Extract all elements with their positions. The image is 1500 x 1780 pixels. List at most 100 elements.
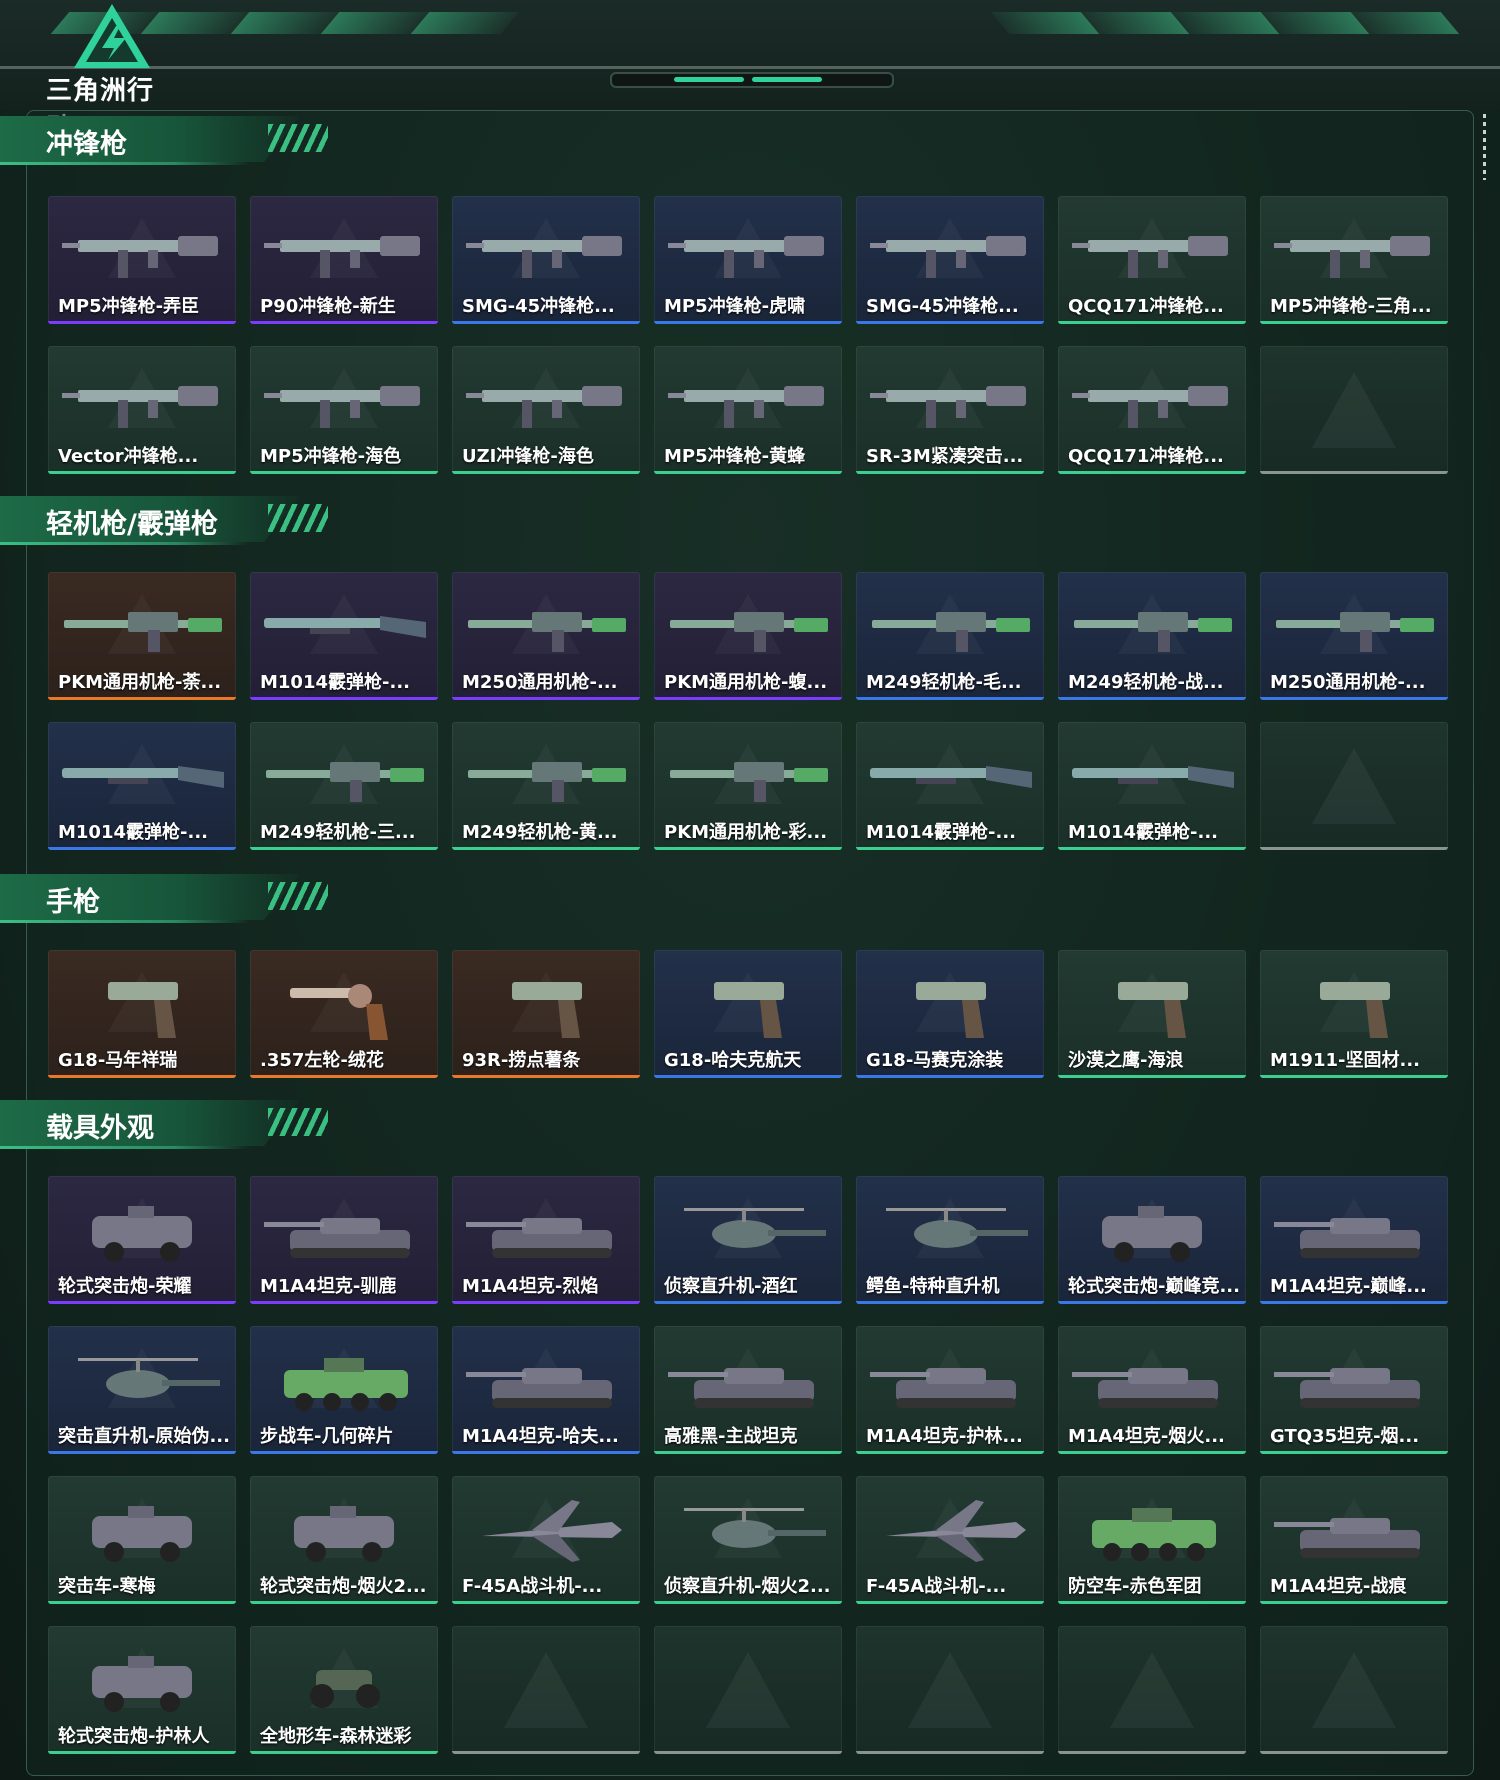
rarity-bar (654, 471, 842, 474)
item-card[interactable]: M1014霰弹枪-... (48, 722, 236, 850)
item-card[interactable]: 突击车-寒梅 (48, 1476, 236, 1604)
item-card[interactable]: GTQ35坦克-烟... (1260, 1326, 1448, 1454)
item-card[interactable]: 侦察直升机-烟火2... (654, 1476, 842, 1604)
item-name: M1A4坦克-哈夫... (462, 1426, 619, 1447)
rarity-bar (1260, 321, 1448, 324)
item-name: M250通用机枪-... (462, 672, 618, 693)
tank-icon (1274, 1368, 1420, 1408)
item-card[interactable]: 防空车-赤色军团 (1058, 1476, 1246, 1604)
item-card[interactable]: G18-哈夫克航天 (654, 950, 842, 1078)
item-card[interactable]: 全地形车-森林迷彩 (250, 1626, 438, 1754)
rarity-bar (654, 1451, 842, 1454)
item-card[interactable]: 93R-捞点薯条 (452, 950, 640, 1078)
pistol-icon (916, 982, 986, 1038)
empty-item-slot (1260, 722, 1448, 850)
item-card[interactable]: M1014霰弹枪-... (856, 722, 1044, 850)
rarity-bar (452, 1451, 640, 1454)
item-card[interactable]: G18-马年祥瑞 (48, 950, 236, 1078)
item-card[interactable]: F-45A战斗机-... (452, 1476, 640, 1604)
item-card[interactable]: M1A4坦克-护林... (856, 1326, 1044, 1454)
item-card[interactable]: M250通用机枪-... (1260, 572, 1448, 700)
section-banner: 冲锋枪 (0, 116, 330, 165)
item-card[interactable]: M1A4坦克-驯鹿 (250, 1176, 438, 1304)
item-card[interactable]: M1A4坦克-战痕 (1260, 1476, 1448, 1604)
item-name: 防空车-赤色军团 (1068, 1576, 1202, 1597)
rarity-bar (48, 697, 236, 700)
rarity-bar (654, 697, 842, 700)
item-name: MP5冲锋枪-虎啸 (664, 296, 806, 317)
item-card[interactable]: M249轻机枪-三... (250, 722, 438, 850)
item-card[interactable]: M249轻机枪-毛... (856, 572, 1044, 700)
item-name: M1A4坦克-驯鹿 (260, 1276, 397, 1297)
rarity-bar (452, 471, 640, 474)
item-card[interactable]: 侦察直升机-酒红 (654, 1176, 842, 1304)
item-card[interactable]: P90冲锋枪-新生 (250, 196, 438, 324)
shotgun-icon (264, 616, 426, 638)
pistol-icon (714, 982, 784, 1038)
item-card[interactable]: QCQ171冲锋枪... (1058, 346, 1246, 474)
item-card[interactable]: 突击直升机-原始伪... (48, 1326, 236, 1454)
smg-icon (668, 236, 824, 278)
banner-background (0, 874, 300, 920)
scrollbar[interactable] (1483, 114, 1486, 180)
item-card[interactable]: G18-马赛克涂装 (856, 950, 1044, 1078)
rarity-bar (654, 1075, 842, 1078)
item-card[interactable]: PKM通用机枪-蝮... (654, 572, 842, 700)
item-card[interactable]: SMG-45冲锋枪... (856, 196, 1044, 324)
item-card[interactable]: MP5冲锋枪-三角... (1260, 196, 1448, 324)
item-name: G18-马赛克涂装 (866, 1050, 1004, 1071)
item-card[interactable]: MP5冲锋枪-海色 (250, 346, 438, 474)
item-card[interactable]: F-45A战斗机-... (856, 1476, 1044, 1604)
item-card[interactable]: SMG-45冲锋枪... (452, 196, 640, 324)
rarity-bar (48, 847, 236, 850)
lmg-icon (872, 612, 1030, 652)
item-card[interactable]: M1A4坦克-烟火... (1058, 1326, 1246, 1454)
banner-underline (0, 920, 250, 923)
item-card[interactable]: 轮式突击炮-护林人 (48, 1626, 236, 1754)
item-card[interactable]: M249轻机枪-战... (1058, 572, 1246, 700)
rarity-bar (1260, 1075, 1448, 1078)
item-card[interactable]: SR-3M紧凑突击... (856, 346, 1044, 474)
item-card[interactable]: PKM通用机枪-彩... (654, 722, 842, 850)
item-card[interactable]: 轮式突击炮-烟火2... (250, 1476, 438, 1604)
item-card[interactable]: MP5冲锋枪-黄蜂 (654, 346, 842, 474)
smg-icon (870, 236, 1026, 278)
empty-item-slot (1260, 1626, 1448, 1754)
delta-watermark-icon (908, 1652, 992, 1728)
item-card[interactable]: 沙漠之鹰-海浪 (1058, 950, 1246, 1078)
item-card[interactable]: UZI冲锋枪-海色 (452, 346, 640, 474)
item-card[interactable]: M1A4坦克-烈焰 (452, 1176, 640, 1304)
item-card[interactable]: Vector冲锋枪... (48, 346, 236, 474)
item-card[interactable]: 高雅黑-主战坦克 (654, 1326, 842, 1454)
rarity-bar (1260, 1751, 1448, 1754)
item-card[interactable]: M249轻机枪-黄... (452, 722, 640, 850)
rarity-bar (452, 1075, 640, 1078)
ifv-icon (1092, 1508, 1216, 1561)
item-name: M249轻机枪-三... (260, 822, 416, 843)
rarity-bar (856, 1075, 1044, 1078)
delta-watermark-icon (1312, 1652, 1396, 1728)
rarity-bar (250, 1451, 438, 1454)
item-name: 侦察直升机-酒红 (664, 1276, 798, 1297)
item-card[interactable]: 步战车-几何碎片 (250, 1326, 438, 1454)
item-card[interactable]: M1014霰弹枪-... (250, 572, 438, 700)
item-card[interactable]: .357左轮-绒花 (250, 950, 438, 1078)
item-card[interactable]: QCQ171冲锋枪... (1058, 196, 1246, 324)
item-card[interactable]: M1A4坦克-巅峰... (1260, 1176, 1448, 1304)
lmg-icon (1276, 612, 1434, 652)
item-card[interactable]: MP5冲锋枪-弄臣 (48, 196, 236, 324)
smg-icon (668, 386, 824, 428)
item-card[interactable]: MP5冲锋枪-虎啸 (654, 196, 842, 324)
revolver-icon (290, 984, 388, 1040)
item-card[interactable]: 轮式突击炮-巅峰竞... (1058, 1176, 1246, 1304)
item-card[interactable]: PKM通用机枪-荼... (48, 572, 236, 700)
item-card[interactable]: M1A4坦克-哈夫... (452, 1326, 640, 1454)
item-card[interactable]: M1014霰弹枪-... (1058, 722, 1246, 850)
section-title: 轻机枪/霰弹枪 (46, 509, 218, 540)
item-card[interactable]: M250通用机枪-... (452, 572, 640, 700)
item-card[interactable]: 轮式突击炮-荣耀 (48, 1176, 236, 1304)
item-card[interactable]: M1911-坚固材... (1260, 950, 1448, 1078)
rarity-bar (1058, 1751, 1246, 1754)
item-name: 93R-捞点薯条 (462, 1050, 581, 1071)
item-card[interactable]: 鳄鱼-特种直升机 (856, 1176, 1044, 1304)
